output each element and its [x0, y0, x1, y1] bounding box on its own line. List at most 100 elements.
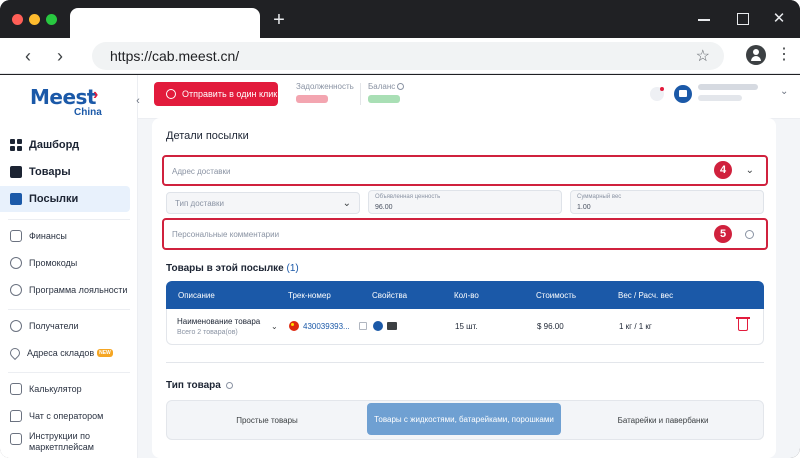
chat-icon	[10, 410, 22, 422]
step-badge: 4	[714, 161, 732, 179]
back-arrow-icon[interactable]: ‹	[16, 44, 40, 68]
top-header: Отправить в один клик Задолженность Бала…	[138, 75, 800, 119]
sidebar-item-dashboard[interactable]: Дашборд	[0, 132, 130, 158]
user-name-blurred[interactable]	[698, 84, 758, 101]
weight: 1 кг / 1 кг	[619, 322, 652, 331]
balance-value-blurred	[368, 95, 400, 103]
sidebar-item-finance[interactable]: Финансы	[0, 223, 130, 249]
url-field[interactable]: https://cab.meest.cn/ ☆	[92, 42, 724, 70]
browser-window: + ✕ ‹ › https://cab.meest.cn/ ☆ ⋮ Meest …	[0, 0, 800, 458]
sidebar-item-chat[interactable]: Чат с оператором	[0, 403, 130, 429]
close-window-dot[interactable]	[12, 14, 23, 25]
trash-icon[interactable]	[736, 317, 750, 331]
comment-placeholder: Персональные комментарии	[172, 230, 280, 239]
section-divider	[166, 362, 764, 363]
logo-subtext: China	[74, 107, 102, 118]
sidebar-item-parcels[interactable]: Посылки	[0, 186, 130, 212]
column-header: Кол-во	[454, 291, 479, 300]
minimize-window-dot[interactable]	[29, 14, 40, 25]
kpi-divider	[360, 83, 361, 105]
sidebar-item-label: Посылки	[29, 193, 79, 205]
declared-value-field: Объявленная ценность 96.00	[368, 190, 562, 214]
china-flag-icon	[289, 321, 299, 331]
sidebar-item-promocodes[interactable]: Промокоды	[0, 250, 130, 276]
sidebar-item-label: Адреса складов	[27, 348, 95, 358]
new-tab-icon[interactable]: +	[268, 9, 290, 31]
minimize-icon[interactable]	[693, 9, 715, 29]
sidebar-item-label: Финансы	[29, 231, 67, 241]
column-header: Свойства	[372, 291, 408, 300]
sidebar-item-label: Дашборд	[29, 139, 80, 151]
book-icon	[10, 433, 22, 445]
info-icon[interactable]	[397, 83, 405, 90]
info-icon[interactable]	[745, 230, 754, 239]
sidebar-item-calculator[interactable]: Калькулятор	[0, 376, 130, 402]
price: $ 96.00	[537, 322, 564, 331]
product-type-label: Тип товара	[166, 380, 221, 391]
sidebar-item-label: Программа лояльности	[29, 285, 128, 295]
sidebar-item-label: Калькулятор	[29, 384, 82, 394]
copy-icon[interactable]	[359, 322, 367, 330]
parcel-icon	[10, 193, 22, 205]
debt-value-blurred	[296, 95, 328, 103]
avatar[interactable]	[674, 85, 692, 103]
zoom-window-dot[interactable]	[46, 14, 57, 25]
address-bar: ‹ › https://cab.meest.cn/ ☆ ⋮	[0, 38, 800, 74]
sidebar-item-warehouses[interactable]: Адреса складов NEW	[0, 340, 130, 366]
bookmark-star-icon[interactable]: ☆	[696, 46, 710, 66]
chevron-down-icon[interactable]: ⌄	[271, 322, 278, 331]
browser-tab[interactable]	[70, 8, 260, 38]
quantity: 15 шт.	[455, 322, 478, 331]
goods-section-title: Товары в этой посылке (1)	[166, 263, 299, 274]
send-button-label: Отправить в один клик	[182, 89, 278, 99]
forward-arrow-icon[interactable]: ›	[48, 44, 72, 68]
sidebar-item-loyalty[interactable]: Программа лояльности	[0, 277, 130, 303]
sidebar-item-instructions[interactable]: Инструкции по маркетплейсам	[0, 431, 130, 458]
sidebar-item-recipients[interactable]: Получатели	[0, 313, 130, 339]
product-type-option-batteries[interactable]: Батарейки и павербанки	[561, 401, 765, 439]
track-number[interactable]: 430039393...	[303, 322, 350, 331]
delivery-type-select[interactable]: Тип доставки ⌄	[166, 192, 360, 214]
column-header: Стоимость	[536, 291, 577, 300]
loyalty-icon	[10, 284, 22, 296]
maximize-icon[interactable]	[731, 9, 753, 29]
sidebar-collapse-icon[interactable]: ‹	[132, 95, 144, 107]
declared-value: 96.00	[375, 204, 393, 211]
pin-icon	[7, 345, 23, 361]
profile-icon[interactable]	[746, 45, 766, 65]
parcel-details-card: Детали посылки Адрес доставки ⌄ 4 Тип до…	[152, 118, 776, 458]
debt-kpi: Задолженность	[296, 82, 354, 103]
sidebar-divider	[8, 372, 130, 373]
logo-text: Meest	[30, 85, 97, 109]
comment-input[interactable]: Персональные комментарии	[162, 218, 768, 250]
send-one-click-button[interactable]: Отправить в один клик	[154, 82, 278, 106]
column-header: Вес / Расч. вес	[618, 291, 674, 300]
table-row[interactable]: Наименование товара Всего 2 товара(ов) ⌄…	[166, 309, 764, 345]
delivery-address-select[interactable]: Адрес доставки ⌄	[162, 155, 768, 186]
goods-title: Товары в этой посылке	[166, 263, 284, 274]
sidebar-item-goods[interactable]: Товары	[0, 159, 130, 185]
menu-kebab-icon[interactable]: ⋮	[776, 46, 792, 64]
product-type-option-simple[interactable]: Простые товары	[167, 401, 367, 439]
calculator-icon	[10, 383, 22, 395]
notification-bell-icon[interactable]	[650, 87, 664, 101]
product-count: Всего 2 товара(ов)	[177, 329, 238, 336]
sidebar-item-label: Чат с оператором	[29, 411, 104, 421]
close-icon[interactable]: ✕	[768, 9, 790, 29]
column-header: Трек-номер	[288, 291, 331, 300]
goods-table-header: Описание Трек-номер Свойства Кол-во Стои…	[166, 281, 764, 309]
chevron-down-icon[interactable]: ⌄	[780, 86, 788, 97]
app-area: Meest › China Дашборд Товары Посылки Фин…	[0, 75, 800, 458]
sidebar-item-label: Инструкции по маркетплейсам	[29, 431, 94, 452]
declared-value-label: Объявленная ценность	[375, 194, 441, 200]
meest-logo[interactable]: Meest › China	[30, 85, 110, 121]
total-weight-value: 1.00	[577, 204, 591, 211]
info-icon[interactable]	[225, 382, 233, 389]
box-icon	[10, 166, 22, 178]
total-weight-label: Суммарный вес	[577, 194, 622, 200]
sidebar-divider	[8, 219, 130, 220]
product-type-option-liquids[interactable]: Товары с жидкостями, батарейками, порошк…	[367, 403, 561, 435]
send-icon	[166, 89, 176, 99]
sidebar-item-label: Товары	[29, 166, 71, 178]
balance-kpi: Баланс	[368, 82, 405, 103]
